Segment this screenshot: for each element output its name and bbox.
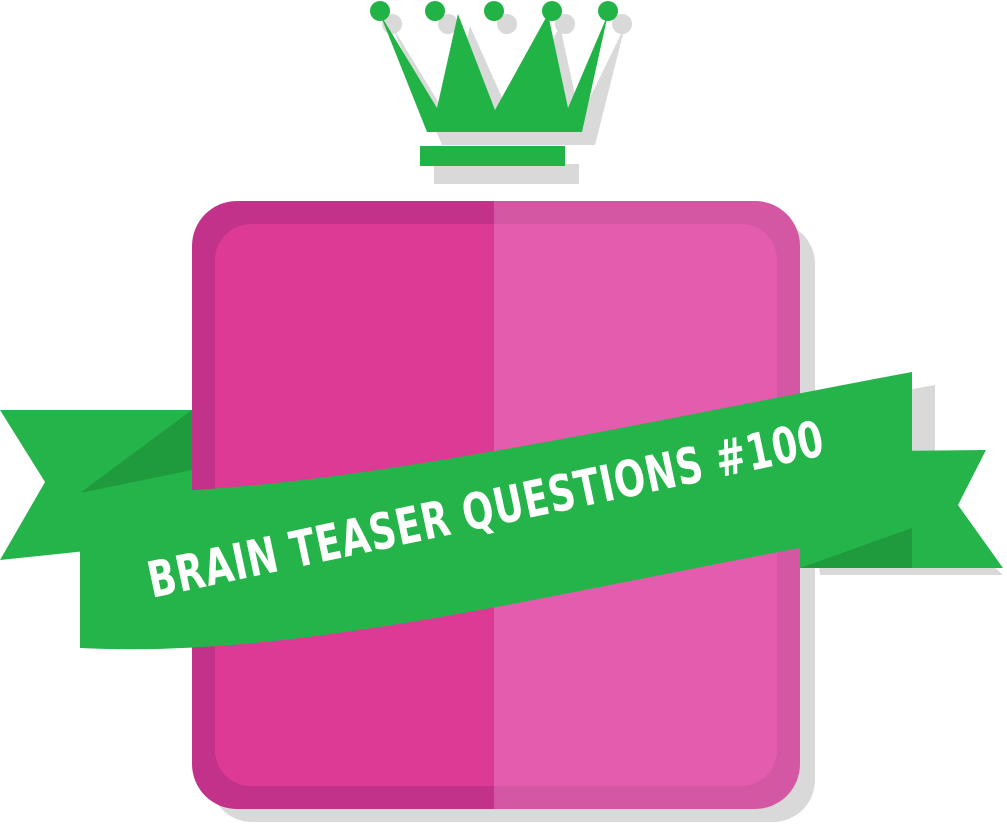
crown-icon	[370, 1, 632, 184]
brain-teaser-badge: BRAIN TEASER QUESTIONS #100	[0, 1, 1003, 822]
